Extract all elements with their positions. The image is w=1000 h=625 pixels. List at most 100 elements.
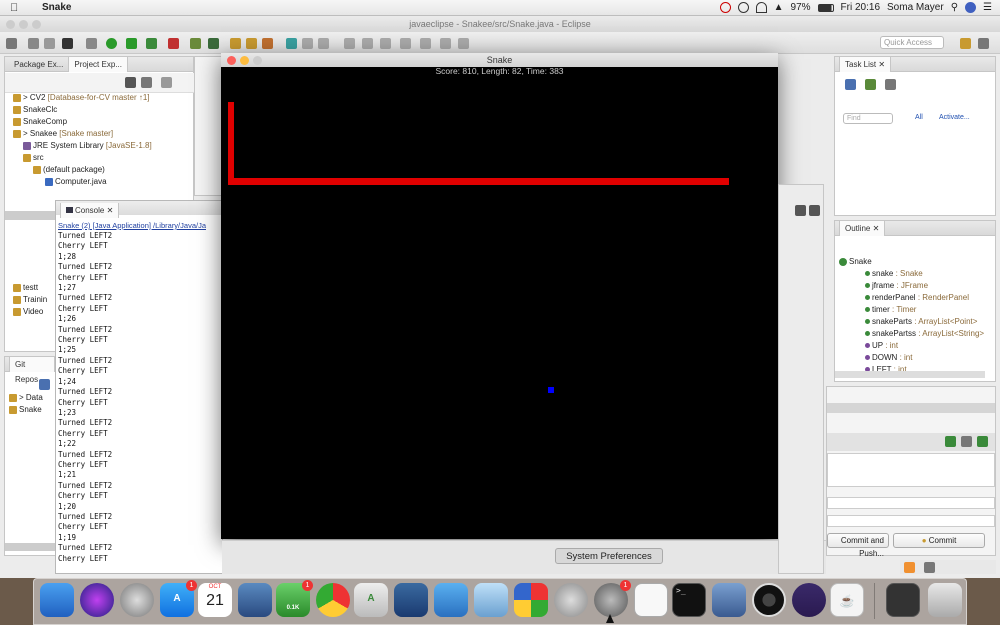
preview-icon[interactable] <box>238 583 272 617</box>
notification-icon[interactable] <box>904 562 915 573</box>
annotation-next-icon[interactable] <box>286 38 297 49</box>
obs-icon[interactable] <box>752 583 786 617</box>
opera-icon[interactable] <box>719 2 731 13</box>
whitespace-icon[interactable] <box>362 38 373 49</box>
stage-all-icon[interactable] <box>977 436 988 447</box>
tab-outline[interactable]: Outline ✕ <box>839 220 886 236</box>
active-app-menu[interactable]: Snake <box>42 2 71 13</box>
wifi-icon[interactable] <box>755 2 767 13</box>
finder-icon[interactable] <box>40 583 74 617</box>
outline-item[interactable]: UP : int <box>865 341 898 350</box>
open-type-icon[interactable] <box>230 38 241 49</box>
open-task-icon[interactable] <box>246 38 257 49</box>
task-all-link[interactable]: All <box>915 114 923 121</box>
forward-icon[interactable] <box>440 38 451 49</box>
outline-item[interactable]: DOWN : int <box>865 353 912 362</box>
quick-access-input[interactable]: Quick Access <box>880 36 944 49</box>
siri-icon[interactable] <box>80 583 114 617</box>
categorize-icon[interactable] <box>885 79 896 90</box>
debug-icon[interactable] <box>62 38 73 49</box>
committer-field[interactable] <box>827 515 995 527</box>
link-with-editor-icon[interactable] <box>141 77 152 88</box>
app-store-icon[interactable]: A1 <box>160 580 197 617</box>
outline-item[interactable]: renderPanel : RenderPanel <box>865 293 969 302</box>
sync-icon[interactable] <box>737 2 749 13</box>
outline-item[interactable]: snake : Snake <box>865 269 923 278</box>
commit-button[interactable]: ● Commit <box>893 533 985 548</box>
tree-item-jre[interactable]: JRE System Library [JavaSE-1.8] <box>23 141 152 150</box>
outline-root[interactable]: Snake <box>839 257 872 266</box>
launchpad-icon[interactable] <box>120 583 154 617</box>
git-repo-snake[interactable]: Snake <box>9 405 42 414</box>
coverage-icon[interactable] <box>146 38 157 49</box>
console-process-header[interactable]: Snake (2) [Java Application] /Library/Ja… <box>58 221 206 230</box>
tree-item-training[interactable]: Trainin <box>13 295 47 304</box>
commit-and-push-button[interactable]: Commit and Push... <box>827 533 889 558</box>
outline-item[interactable]: snakeParts : ArrayList<Point> <box>865 317 977 326</box>
task-find-input[interactable]: Find <box>843 113 893 124</box>
textedit-icon[interactable] <box>634 583 668 617</box>
apple-icon[interactable]:  <box>10 2 24 14</box>
tree-item-default-package[interactable]: (default package) <box>33 165 105 174</box>
tree-item-computer-java[interactable]: Computer.java <box>45 177 107 186</box>
staged-changes-list[interactable] <box>827 453 995 487</box>
outline-hscrollbar[interactable] <box>835 371 985 378</box>
run-icon[interactable] <box>106 38 117 49</box>
trash-icon[interactable] <box>928 583 962 617</box>
outline-item[interactable]: jframe : JFrame <box>865 281 928 290</box>
tab-package-explorer[interactable]: Package Ex... <box>9 57 68 72</box>
xcode-icon[interactable] <box>434 583 468 617</box>
outline-item[interactable]: timer : Timer <box>865 305 916 314</box>
filter-icon[interactable] <box>865 79 876 90</box>
git-repo-data[interactable]: > Data <box>9 393 43 402</box>
close-window-button[interactable] <box>6 20 15 29</box>
tree-item-snakeclc[interactable]: SnakeClc <box>13 105 57 114</box>
office-icon[interactable] <box>514 583 548 617</box>
tree-item-testt[interactable]: testt <box>13 283 38 292</box>
new-task-icon[interactable] <box>845 79 856 90</box>
virtualbox-icon[interactable] <box>474 583 508 617</box>
system-preferences-2-icon[interactable]: 1 <box>594 580 631 617</box>
tab-git-repositories[interactable]: Git Repos <box>9 356 55 384</box>
mysql-workbench-icon[interactable] <box>394 583 428 617</box>
external-tools-icon[interactable] <box>168 38 179 49</box>
unstage-icon[interactable] <box>961 436 972 447</box>
tree-item-video[interactable]: Video <box>13 307 43 316</box>
siri-icon[interactable] <box>965 2 977 13</box>
perspective-java-icon[interactable] <box>960 38 971 49</box>
progress-icon[interactable] <box>924 562 935 573</box>
git-add-repo-icon[interactable] <box>39 379 50 390</box>
stage-icon[interactable] <box>945 436 956 447</box>
image-capture-icon[interactable] <box>712 583 746 617</box>
run-last-icon[interactable] <box>126 38 137 49</box>
toggle-mark-occurrences-icon[interactable] <box>318 38 329 49</box>
minimize-panel-icon[interactable] <box>795 205 806 216</box>
outline-item[interactable]: snakePartss : ArrayList<String> <box>865 329 984 338</box>
tab-project-explorer[interactable]: Project Exp... <box>68 56 128 72</box>
save-all-icon[interactable] <box>44 38 55 49</box>
clock[interactable]: Fri 20:16 <box>841 2 880 13</box>
zoom-window-button[interactable] <box>32 20 41 29</box>
tree-item-src[interactable]: src <box>23 153 44 162</box>
perspective-debug-icon[interactable] <box>978 38 989 49</box>
pencil-icon[interactable] <box>302 38 313 49</box>
task-activate-link[interactable]: Activate... <box>939 114 970 121</box>
show-whitespace-icon[interactable] <box>380 38 391 49</box>
spotlight-icon[interactable]: ⚲ <box>951 2 958 13</box>
new-icon[interactable] <box>6 38 17 49</box>
tree-item-snakecomp[interactable]: SnakeComp <box>13 117 67 126</box>
author-field[interactable] <box>827 497 995 509</box>
back-icon[interactable] <box>420 38 431 49</box>
next-annotation-icon[interactable] <box>400 38 411 49</box>
collapse-all-icon[interactable] <box>125 77 136 88</box>
chrome-icon[interactable] <box>316 583 350 617</box>
user-name[interactable]: Soma Mayer <box>887 2 944 13</box>
save-icon[interactable] <box>28 38 39 49</box>
block-selection-icon[interactable] <box>344 38 355 49</box>
screen-recording-icon[interactable] <box>886 583 920 617</box>
eclipse-icon[interactable] <box>792 583 826 617</box>
terminal-icon[interactable]: >_ <box>672 583 706 617</box>
tab-task-list[interactable]: Task List ✕ <box>839 56 892 72</box>
maximize-panel-icon[interactable] <box>809 205 820 216</box>
new-package-icon[interactable] <box>208 38 219 49</box>
